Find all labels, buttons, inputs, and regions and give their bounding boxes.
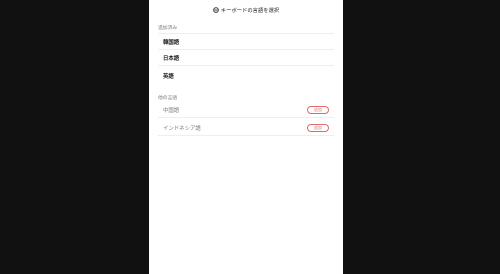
language-row-korean[interactable]: 韓国語 [158,33,334,50]
panel-header: キーボードの言語を選択 [149,5,343,15]
language-name: 日本語 [163,55,180,62]
add-indonesian-button[interactable]: 追加 [307,124,329,132]
other-section-label: 他の言語 [158,96,178,101]
language-row-japanese[interactable]: 日本語 [158,50,334,66]
language-name: インドネシア語 [163,125,201,132]
add-chinese-button[interactable]: 追加 [307,106,329,114]
globe-icon [213,7,219,13]
language-name: 中国語 [163,107,180,114]
language-row-indonesian: インドネシア語 追加 [158,120,334,136]
language-name: 韓国語 [163,39,180,46]
added-section-label: 追加済み [158,26,178,31]
language-row-english[interactable]: 英語 [158,68,334,83]
language-row-chinese: 中国語 追加 [158,102,334,118]
page-title: キーボードの言語を選択 [220,8,280,14]
language-selection-panel: キーボードの言語を選択 追加済み 韓国語 日本語 英語 他の言語 中国語 追加 … [149,0,343,274]
language-name: 英語 [163,73,174,80]
